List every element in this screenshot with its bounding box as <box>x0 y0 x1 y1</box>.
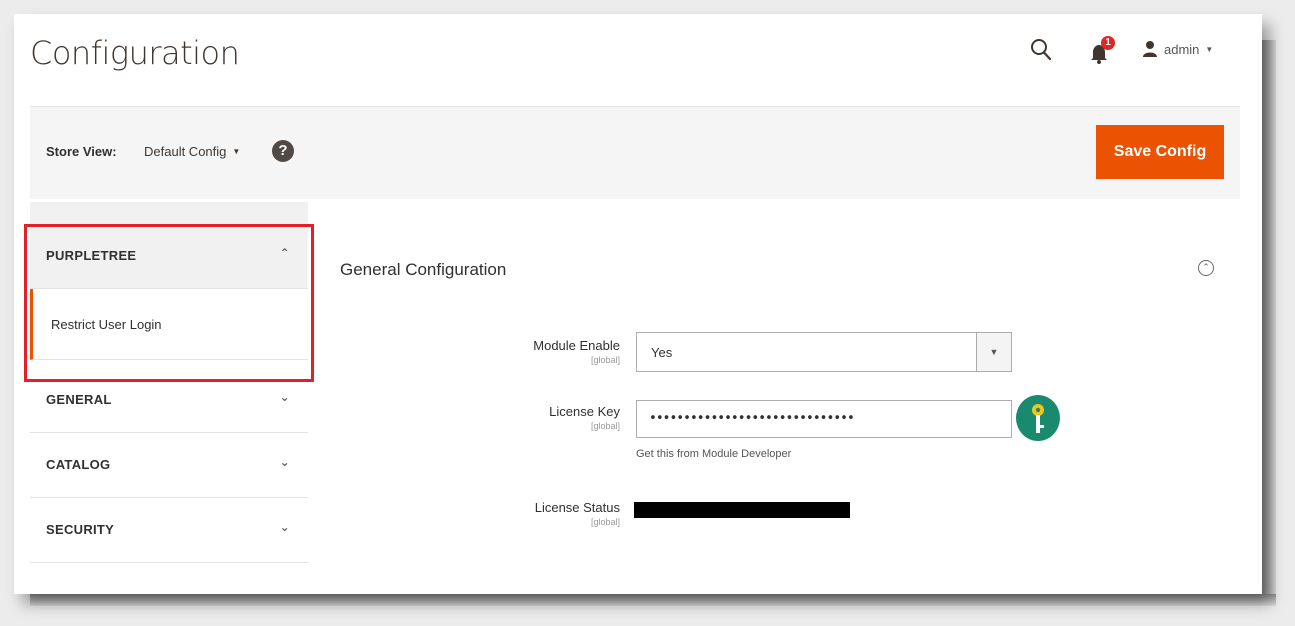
notification-badge: 1 <box>1101 36 1115 50</box>
store-view-bar: Store View: Default Config ▼ ? Save Conf… <box>30 106 1240 199</box>
notifications-button[interactable]: 1 <box>1089 36 1119 64</box>
field-scope: [global] <box>590 355 620 365</box>
chevron-down-icon: ⌄ <box>279 455 290 469</box>
save-config-button[interactable]: Save Config <box>1096 125 1224 179</box>
help-icon[interactable]: ? <box>272 140 294 162</box>
license-status-value-redacted <box>634 502 850 518</box>
store-view-value: Default Config <box>144 144 227 159</box>
tab-general[interactable]: GENERAL ⌄ <box>30 368 308 433</box>
config-sidebar: PURPLETREE ⌃ Restrict User Login GENERAL… <box>30 202 308 563</box>
field-scope: [global] <box>590 421 620 431</box>
store-view-label: Store View: <box>46 144 117 159</box>
sidebar-item-restrict-user-login[interactable]: Restrict User Login <box>30 289 308 360</box>
tab-label: CATALOG <box>46 457 111 472</box>
caret-down-icon: ▼ <box>1205 44 1214 54</box>
chevron-down-icon: ⌄ <box>279 390 290 404</box>
caret-down-icon: ▼ <box>232 147 241 156</box>
page-title: Configuration <box>30 34 240 72</box>
tab-security[interactable]: SECURITY ⌄ <box>30 498 308 563</box>
module-enable-select[interactable]: Yes ▼ <box>636 332 1012 372</box>
window-shadow-bottom <box>30 594 1276 606</box>
chevron-down-icon: ⌄ <box>279 520 290 534</box>
user-name: admin <box>1164 41 1200 57</box>
license-key-label: License Key [global] <box>549 404 620 431</box>
tab-label: GENERAL <box>46 392 112 407</box>
field-scope: [global] <box>590 517 620 527</box>
license-key-note: Get this from Module Developer <box>636 448 792 460</box>
search-icon[interactable] <box>1030 38 1052 62</box>
field-label-text: License Key <box>549 404 620 419</box>
tab-label: PURPLETREE <box>46 248 137 263</box>
select-value: Yes <box>651 345 673 360</box>
select-arrow-icon: ▼ <box>976 333 1011 371</box>
license-status-label: License Status [global] <box>535 500 620 527</box>
license-key-input[interactable]: •••••••••••••••••••••••••••••• <box>636 400 1012 438</box>
tab-catalog[interactable]: CATALOG ⌄ <box>30 433 308 498</box>
sidebar-item-label: Restrict User Login <box>51 317 162 332</box>
tab-purpletree[interactable]: PURPLETREE ⌃ <box>30 202 308 289</box>
tab-label: SECURITY <box>46 522 115 537</box>
store-view-switcher[interactable]: Default Config ▼ <box>144 144 240 159</box>
admin-window: Configuration 1 admin ▼ Store View: Defa… <box>14 14 1262 594</box>
user-menu[interactable]: admin ▼ <box>1142 38 1213 60</box>
field-label-text: Module Enable <box>533 338 620 353</box>
window-shadow-right <box>1262 40 1276 600</box>
chevron-up-icon: ⌃ <box>279 246 290 260</box>
field-label-text: License Status <box>534 500 620 515</box>
section-title[interactable]: General Configuration <box>340 260 506 280</box>
user-icon <box>1143 41 1157 57</box>
module-enable-label: Module Enable [global] <box>533 338 620 365</box>
collapse-icon[interactable]: ⌃ <box>1198 260 1214 276</box>
key-icon[interactable] <box>1016 395 1060 441</box>
